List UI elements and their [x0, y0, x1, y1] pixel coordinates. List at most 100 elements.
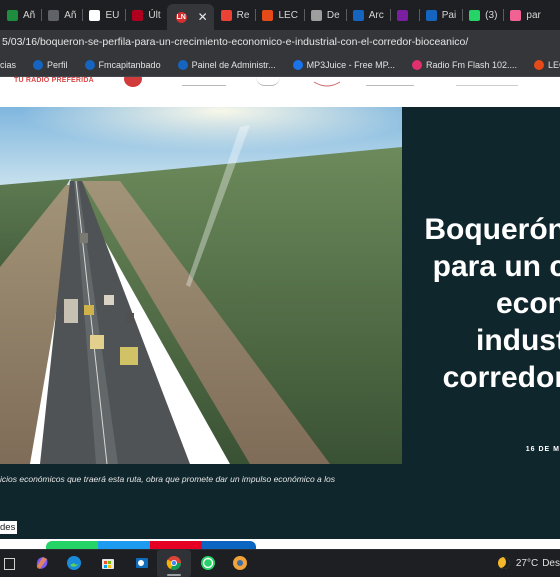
bookmark-label: Fmcapitanbado — [98, 60, 161, 70]
headline-line: para un c — [432, 250, 560, 283]
share-bar-blue[interactable] — [98, 541, 150, 549]
radio-logo-grey[interactable] — [256, 77, 280, 86]
gmail-icon — [220, 9, 232, 21]
cloud-icon — [352, 9, 364, 21]
browser-tab[interactable]: De — [303, 4, 346, 26]
share-bar-blue-dark[interactable] — [202, 541, 256, 549]
task-view-icon[interactable] — [4, 558, 15, 570]
radio-logo-grey[interactable] — [366, 77, 414, 86]
article-headline: Boquerón para un c econ indust corredor — [396, 211, 560, 396]
globe-icon — [310, 9, 322, 21]
address-bar[interactable]: 5/03/16/boqueron-se-perfila-para-un-crec… — [0, 30, 560, 54]
bookmark-item[interactable]: MP3Juice - Free MP... — [290, 60, 395, 70]
radio-logo-red[interactable] — [124, 77, 142, 87]
tab-label: Pai — [441, 9, 457, 21]
copilot-icon[interactable] — [34, 555, 50, 571]
hero-photo[interactable] — [0, 107, 402, 464]
bookmark-label: Perfil — [47, 60, 68, 70]
browser-tab[interactable]: LN ✕ — [166, 4, 214, 30]
bookmark-favicon-icon — [292, 60, 303, 70]
bookmark-item[interactable]: Perfil — [30, 60, 68, 70]
bookmark-favicon-icon — [33, 60, 44, 70]
leo-icon — [262, 9, 274, 21]
cloud-icon — [425, 9, 437, 21]
tab-strip: Añ Añ EU Últ LN ✕ Re LEC De Arc Pai (3) par — [0, 0, 560, 30]
tab-label: Arc — [368, 9, 384, 21]
moon-icon — [497, 557, 510, 569]
tab-label: Re — [236, 9, 250, 21]
radio-logo-grey[interactable] — [182, 77, 226, 86]
headline-line: Boquerón — [424, 213, 560, 246]
weather-widget[interactable]: 27°C Des — [497, 557, 560, 569]
tab-label: EU — [105, 9, 120, 21]
sheet-icon — [7, 9, 18, 21]
photo-caption: icios económicos que traerá esta ruta, o… — [0, 474, 335, 484]
bookmark-label: MP3Juice - Free MP... — [306, 60, 395, 70]
headline-line: indust — [476, 324, 560, 357]
browser-tab[interactable]: Añ — [0, 4, 41, 26]
bookmark-item[interactable]: Radio Fm Flash 102.... — [409, 60, 517, 70]
browser-tab[interactable] — [389, 4, 419, 26]
browser-tab[interactable]: Últ — [125, 4, 166, 26]
outlook-icon[interactable] — [134, 555, 150, 571]
whatsapp-icon[interactable] — [200, 555, 216, 571]
browser-tab[interactable]: Arc — [345, 4, 390, 26]
whatsapp-icon — [469, 9, 481, 21]
taskbar: 27°C Des — [0, 549, 560, 577]
article-date: 16 DE M — [525, 446, 560, 453]
radio-logo-grey[interactable] — [456, 77, 518, 86]
bookmark-favicon-icon — [534, 60, 545, 70]
tab-label: LEC — [278, 9, 298, 21]
browser-tab[interactable]: par — [503, 4, 546, 26]
headline-panel: Boquerón para un c econ indust corredor 16 D… — [402, 107, 560, 539]
browser-tab[interactable]: (3) — [462, 4, 503, 26]
below-text: des — [0, 521, 18, 534]
tab-label: (3) — [485, 9, 498, 21]
radio-slogan: TU RADIO PREFERIDA — [14, 77, 94, 84]
bookmark-label: Painel de Administr... — [191, 60, 276, 70]
radio-logos-strip: TU RADIO PREFERIDA — [0, 77, 560, 91]
weather-label: Des — [542, 557, 560, 569]
bookmark-favicon-icon — [177, 60, 188, 70]
bookmark-label: cias — [0, 60, 17, 70]
bookmark-label: LEOlytics | Exclusive... — [548, 60, 560, 70]
bookmark-item[interactable]: Painel de Administr... — [175, 60, 276, 70]
tab-label: Últ — [148, 9, 161, 21]
chrome-icon[interactable] — [166, 555, 182, 571]
wave-icon — [510, 9, 522, 21]
browser-tab[interactable]: LEC — [255, 4, 303, 26]
store-icon[interactable] — [100, 555, 116, 571]
tab-label: par — [526, 9, 541, 21]
bookmark-favicon-icon — [84, 60, 95, 70]
bookmark-favicon-icon — [412, 60, 422, 70]
headline-line: econ — [495, 287, 560, 320]
browser-tab[interactable]: Re — [214, 4, 256, 26]
vpn-icon[interactable] — [232, 555, 248, 571]
share-bar-red[interactable] — [150, 541, 202, 549]
browser-tab[interactable]: EU — [82, 4, 125, 26]
bookmark-item[interactable]: cias — [0, 60, 16, 70]
radio-logo-grey[interactable] — [312, 77, 342, 87]
browser-tab[interactable]: Añ — [41, 4, 82, 26]
url-text[interactable]: 5/03/16/boqueron-se-perfila-para-un-crec… — [0, 36, 468, 48]
audio-icon — [396, 9, 408, 21]
bookmark-item[interactable]: LEOlytics | Exclusive... — [531, 60, 560, 70]
bookmark-item[interactable]: Fmcapitanbado — [82, 60, 161, 70]
web-page: TU RADIO PREFERIDA icios económicos que … — [0, 77, 560, 549]
news-icon — [132, 9, 144, 21]
share-bar-green[interactable] — [46, 541, 98, 549]
news-icon — [89, 9, 101, 21]
browser-tab[interactable]: Pai — [418, 4, 462, 26]
bookmarks-bar: cias Perfil Fmcapitanbado Painel de Adminis… — [0, 54, 560, 77]
photo-caption-bar: icios económicos que traerá esta ruta, o… — [0, 464, 402, 539]
tab-label: Añ — [64, 9, 77, 21]
dash-icon — [48, 9, 60, 21]
bookmark-label: Radio Fm Flash 102.... — [426, 60, 518, 70]
site-icon: LN — [175, 11, 187, 23]
tab-label: De — [326, 9, 340, 21]
edge-icon[interactable] — [66, 555, 82, 571]
weather-temperature: 27°C — [515, 557, 539, 569]
close-tab-icon[interactable]: ✕ — [198, 10, 208, 24]
tab-label: Añ — [23, 9, 36, 21]
headline-line: corredor — [442, 361, 560, 394]
